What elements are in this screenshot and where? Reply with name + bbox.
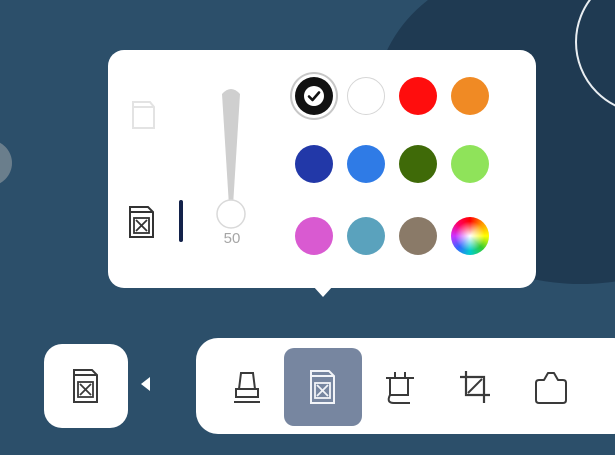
highlighter-tool[interactable] — [208, 348, 286, 426]
color-swatch[interactable] — [399, 145, 437, 183]
current-tool-button[interactable] — [44, 344, 128, 428]
lasso-tool[interactable] — [360, 348, 438, 426]
eraser-icon — [310, 370, 335, 404]
eraser-icon — [73, 369, 98, 403]
size-value: 50 — [223, 230, 241, 247]
crop-tool[interactable] — [436, 348, 514, 426]
color-swatch[interactable] — [347, 145, 385, 183]
eraser-mode-icon — [129, 206, 154, 238]
collapse-arrow-icon[interactable] — [141, 377, 150, 391]
color-swatch[interactable] — [295, 77, 333, 115]
shape-tool[interactable] — [512, 348, 590, 426]
side-handle[interactable] — [0, 140, 12, 186]
color-swatch[interactable] — [295, 145, 333, 183]
fill-mode-button[interactable] — [126, 94, 160, 134]
pen-settings-popup: 50 — [108, 50, 536, 288]
color-swatch[interactable] — [399, 217, 437, 255]
lasso-icon — [386, 372, 414, 404]
color-swatch[interactable] — [295, 217, 333, 255]
size-slider-thumb[interactable] — [216, 199, 246, 229]
shape-icon — [535, 372, 567, 404]
color-swatch[interactable] — [451, 145, 489, 183]
popup-caret — [313, 286, 333, 297]
eraser-tool[interactable] — [284, 348, 362, 426]
color-swatch[interactable] — [347, 77, 385, 115]
highlighter-icon — [234, 372, 260, 403]
color-swatch[interactable] — [399, 77, 437, 115]
size-slider-track — [216, 89, 246, 229]
crop-icon — [460, 371, 490, 403]
selected-mode-indicator — [179, 200, 183, 242]
bottom-toolbar — [196, 338, 615, 434]
color-swatch[interactable] — [451, 77, 489, 115]
fill-mode-icon — [132, 101, 155, 129]
checkmark-icon — [304, 86, 324, 106]
eraser-mode-button[interactable] — [124, 202, 160, 242]
size-slider[interactable] — [216, 86, 246, 236]
color-swatch[interactable] — [451, 217, 489, 255]
color-swatch[interactable] — [347, 217, 385, 255]
